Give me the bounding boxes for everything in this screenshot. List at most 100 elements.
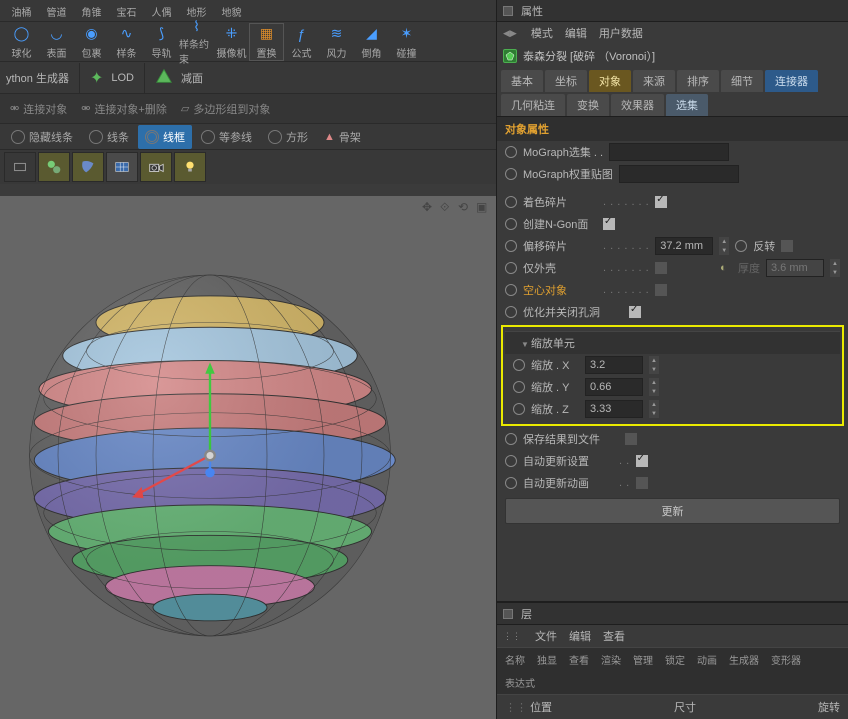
col-deform[interactable]: 变形器 <box>767 650 805 669</box>
tool-spline-constraint[interactable]: ⌇样条约束 <box>179 23 214 61</box>
radio-scale-y[interactable] <box>513 381 525 393</box>
col-render[interactable]: 渲染 <box>597 650 625 669</box>
viewport[interactable]: ✥ ⟐ ⟲ ▣ <box>0 196 496 719</box>
nav-back-icon[interactable]: ◀▶ <box>503 28 517 39</box>
link-objects-btn[interactable]: ⚮连接对象 <box>4 98 73 120</box>
lod-label[interactable]: LOD <box>111 72 134 84</box>
viewport-maximize-icon[interactable]: ▣ <box>476 200 490 214</box>
update-button[interactable]: 更新 <box>505 498 840 524</box>
spinner-scale-x[interactable]: ▲▼ <box>649 356 659 374</box>
check-shell-only[interactable] <box>655 262 667 274</box>
spinner-offset[interactable]: ▲▼ <box>719 237 729 255</box>
tool-formula[interactable]: ƒ公式 <box>284 23 319 61</box>
menu-edit[interactable]: 编辑 <box>565 25 587 41</box>
tab-effector[interactable]: 效果器 <box>611 94 664 116</box>
radio-scale-z[interactable] <box>513 403 525 415</box>
reduce-label[interactable]: 减面 <box>181 70 203 86</box>
tab-sort[interactable]: 排序 <box>677 70 719 92</box>
tab-basic[interactable]: 基本 <box>501 70 543 92</box>
radio-create-ngon[interactable] <box>505 218 517 230</box>
tab-connector[interactable]: 连接器 <box>765 70 818 92</box>
radio-mograph-weight[interactable] <box>505 168 517 180</box>
panel-grip-icon[interactable] <box>503 6 513 16</box>
input-scale-y[interactable] <box>585 378 643 396</box>
display-skeleton[interactable]: ▲骨架 <box>317 125 368 149</box>
primitive-gem[interactable]: 宝石 <box>109 1 144 21</box>
layers-menu-edit[interactable]: 编辑 <box>569 628 591 644</box>
primitive-oil[interactable]: 油桶 <box>4 1 39 21</box>
display-hidden-lines[interactable]: 隐藏线条 <box>4 125 80 149</box>
primitive-pyramid[interactable]: 角锥 <box>74 1 109 21</box>
tab-transform[interactable]: 变换 <box>567 94 609 116</box>
tab-detail[interactable]: 细节 <box>721 70 763 92</box>
radio-save-result[interactable] <box>505 433 517 445</box>
tab-source[interactable]: 来源 <box>633 70 675 92</box>
layers-nav-icon[interactable]: ⋮⋮ <box>503 631 521 642</box>
viewport-move-icon[interactable]: ✥ <box>422 200 436 214</box>
tab-selection[interactable]: 选集 <box>666 94 708 116</box>
display-lines[interactable]: 线条 <box>82 125 136 149</box>
primitive-figure[interactable]: 人偶 <box>144 1 179 21</box>
col-view[interactable]: 查看 <box>565 650 593 669</box>
mode-btn-1[interactable] <box>4 152 36 182</box>
col-manage[interactable]: 管理 <box>629 650 657 669</box>
menu-mode[interactable]: 模式 <box>531 25 553 41</box>
layers-grip-icon[interactable] <box>503 609 513 619</box>
col-expr[interactable]: 表达式 <box>501 673 539 692</box>
display-isoparm[interactable]: 等参线 <box>194 125 259 149</box>
check-reverse[interactable] <box>781 240 793 252</box>
viewport-rotate-icon[interactable]: ⟲ <box>458 200 472 214</box>
input-mograph-weight[interactable] <box>619 165 739 183</box>
spinner-scale-y[interactable]: ▲▼ <box>649 378 659 396</box>
menu-userdata[interactable]: 用户数据 <box>599 25 643 41</box>
check-optimize[interactable] <box>629 306 641 318</box>
input-offset-shards[interactable] <box>655 237 713 255</box>
radio-hollow[interactable] <box>505 284 517 296</box>
check-auto-update-anim[interactable] <box>636 477 648 489</box>
mode-btn-2[interactable] <box>38 152 70 182</box>
radio-auto-update-anim[interactable] <box>505 477 517 489</box>
tool-wrap[interactable]: ◉包裹 <box>74 23 109 61</box>
input-scale-z[interactable] <box>585 400 643 418</box>
polygroup-to-obj-btn[interactable]: ▱多边形组到对象 <box>175 98 276 120</box>
layers-menu-file[interactable]: 文件 <box>535 628 557 644</box>
radio-reverse[interactable] <box>735 240 747 252</box>
mode-btn-camera[interactable] <box>140 152 172 182</box>
mode-btn-grid[interactable] <box>106 152 138 182</box>
check-color-shards[interactable] <box>655 196 667 208</box>
radio-scale-x[interactable] <box>513 359 525 371</box>
col-anim[interactable]: 动画 <box>693 650 721 669</box>
tool-bevel[interactable]: ◢倒角 <box>354 23 389 61</box>
input-mograph-sel[interactable] <box>609 143 729 161</box>
tool-wind[interactable]: ≋风力 <box>319 23 354 61</box>
radio-mograph-sel[interactable] <box>505 146 517 158</box>
tool-collision[interactable]: ✶碰撞 <box>389 23 424 61</box>
primitive-pipe[interactable]: 管道 <box>39 1 74 21</box>
link-objects-delete-btn[interactable]: ⚮连接对象+删除 <box>75 98 173 120</box>
radio-offset-shards[interactable] <box>505 240 517 252</box>
col-gen[interactable]: 生成器 <box>725 650 763 669</box>
display-box[interactable]: 方形 <box>261 125 315 149</box>
radio-optimize[interactable] <box>505 306 517 318</box>
tab-object[interactable]: 对象 <box>589 70 631 92</box>
viewport-zoom-icon[interactable]: ⟐ <box>440 200 454 214</box>
check-save-result[interactable] <box>625 433 637 445</box>
reduce-icon[interactable] <box>155 67 173 88</box>
check-hollow[interactable] <box>655 284 667 296</box>
tab-coord[interactable]: 坐标 <box>545 70 587 92</box>
tool-surface[interactable]: ◡表面 <box>39 23 74 61</box>
tool-camera[interactable]: ⁜摄像机 <box>214 23 249 61</box>
section-scale[interactable]: ▼缩放单元 <box>505 331 840 354</box>
col-name[interactable]: 名称 <box>501 650 529 669</box>
check-create-ngon[interactable] <box>603 218 615 230</box>
spinner-scale-z[interactable]: ▲▼ <box>649 400 659 418</box>
tab-geomglue[interactable]: 几何粘连 <box>501 94 565 116</box>
tool-spherify[interactable]: ◯球化 <box>4 23 39 61</box>
radio-color-shards[interactable] <box>505 196 517 208</box>
mode-btn-3[interactable] <box>72 152 104 182</box>
display-wireframe[interactable]: 线框 <box>138 125 192 149</box>
check-auto-update-set[interactable] <box>636 455 648 467</box>
layers-menu-view[interactable]: 查看 <box>603 628 625 644</box>
radio-auto-update-set[interactable] <box>505 455 517 467</box>
col-solo[interactable]: 独显 <box>533 650 561 669</box>
